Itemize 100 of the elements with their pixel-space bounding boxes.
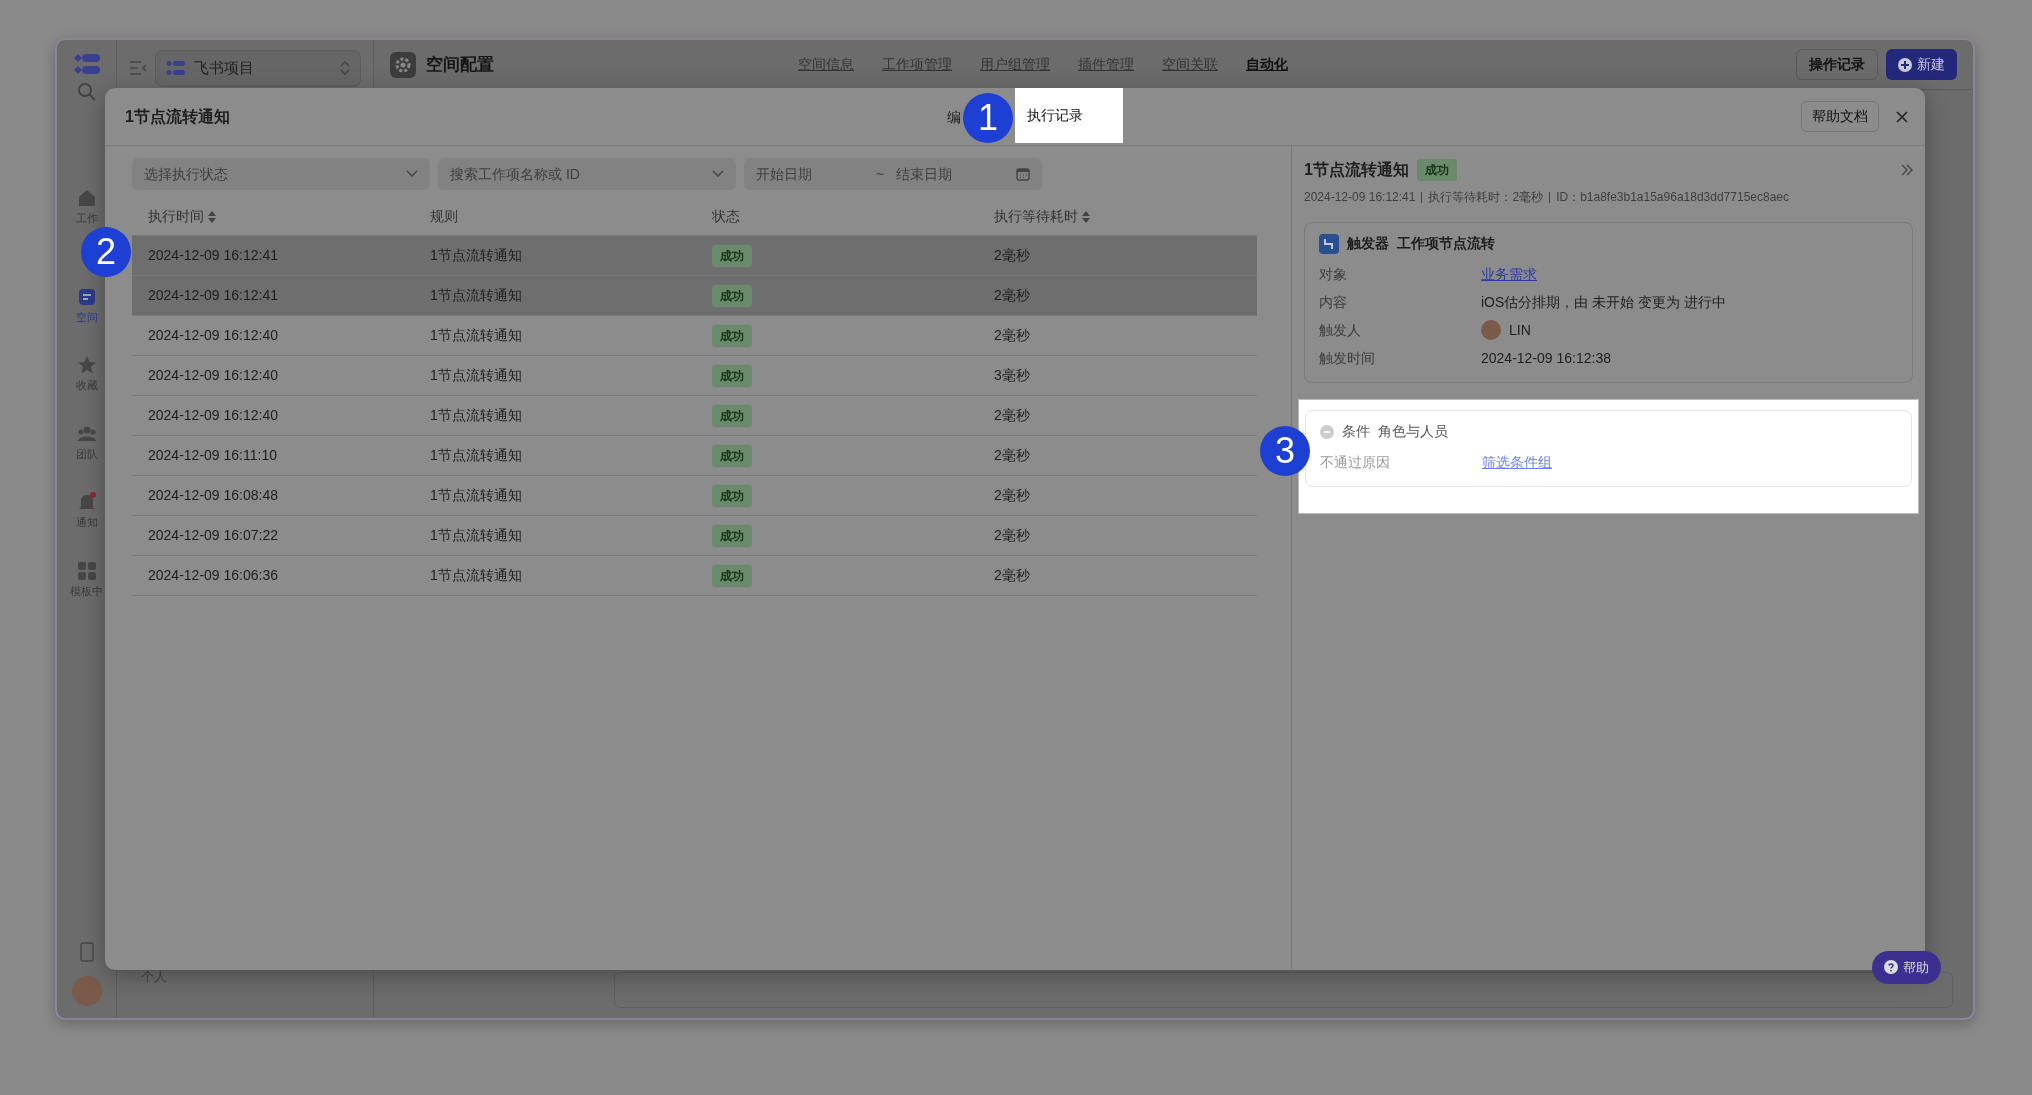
table-cell-text: 1节点流转通知	[430, 446, 523, 465]
meta-text: 执行等待耗时：2毫秒	[1428, 189, 1544, 206]
table-row[interactable]: 2024-12-09 16:12:41 1节点流转通知 成功 2毫秒	[132, 236, 1257, 276]
tab[interactable]: 执行记录	[1015, 88, 1123, 143]
link[interactable]: 筛选条件组	[1482, 451, 1897, 473]
table-cell-text: 2024-12-09 16:07:22	[148, 526, 279, 545]
table-cell-text: 1节点流转通知	[430, 326, 523, 345]
table-cell-text: 2毫秒	[994, 526, 1031, 545]
status-badge: 成功	[1416, 159, 1457, 181]
avatar	[1481, 320, 1501, 340]
collapse-sidebar-icon[interactable]	[129, 60, 147, 77]
status-badge: 成功	[712, 324, 752, 347]
table-row[interactable]: 2024-12-09 16:11:10 1节点流转通知 成功 2毫秒	[132, 436, 1257, 476]
nav-tab[interactable]: 空间信息	[798, 54, 854, 75]
table-row[interactable]: 2024-12-09 16:12:41 1节点流转通知 成功 2毫秒	[132, 276, 1257, 316]
table-cell-text: 2毫秒	[994, 566, 1031, 585]
sort-icon[interactable]	[1082, 210, 1090, 223]
nav-tab[interactable]: 用户组管理	[980, 54, 1050, 75]
table-row[interactable]: 2024-12-09 16:08:48 1节点流转通知 成功 2毫秒	[132, 476, 1257, 516]
table-cell-text: 2毫秒	[994, 406, 1031, 425]
chevron-down-icon	[712, 170, 724, 178]
status-badge: 成功	[712, 564, 752, 587]
sort-icon[interactable]	[208, 210, 216, 223]
date-range-field[interactable]: 开始日期 ~ 结束日期	[744, 158, 1042, 190]
minus-circle-icon	[1320, 424, 1334, 439]
plus-icon	[1898, 57, 1912, 72]
status-select[interactable]: 选择执行状态	[132, 158, 430, 190]
table-cell-text: 2024-12-09 16:12:40	[148, 326, 279, 345]
nav-tab[interactable]: 插件管理	[1078, 54, 1134, 75]
search-field[interactable]: 搜索工作项名称或 ID	[438, 158, 736, 190]
table-cell-text: 2毫秒	[994, 486, 1031, 505]
table-row[interactable]: 2024-12-09 16:12:40 1节点流转通知 成功 2毫秒	[132, 316, 1257, 356]
project-name: 飞书项目	[194, 58, 255, 78]
help-icon	[1884, 960, 1898, 975]
table-cell-text: 1节点流转通知	[430, 486, 523, 505]
nav-tab[interactable]: 工作项管理	[882, 54, 952, 75]
new-button[interactable]: 新建	[1886, 49, 1957, 80]
chevron-down-icon	[406, 170, 418, 178]
table-cell-text: 2024-12-09 16:11:10	[148, 446, 278, 465]
tab[interactable]: 编	[947, 102, 961, 132]
table-cell-text: 1节点流转通知	[430, 566, 523, 585]
nav-tab[interactable]: 自动化	[1246, 54, 1288, 75]
star-icon[interactable]	[76, 355, 97, 375]
grid-icon[interactable]	[76, 560, 97, 581]
link[interactable]: 业务需求	[1481, 263, 1898, 285]
card-label: 触发器	[1347, 234, 1389, 253]
table-cell-text: 2毫秒	[994, 246, 1031, 265]
field-label: 触发时间	[1319, 348, 1376, 368]
nav-tab[interactable]: 空间关联	[1162, 54, 1218, 75]
table-cell-text: 1节点流转通知	[430, 526, 523, 545]
table-cell-text: 3毫秒	[994, 366, 1031, 385]
table-cell-text: 1节点流转通知	[430, 246, 523, 265]
phone-icon	[79, 942, 94, 962]
logo-icon	[166, 60, 186, 77]
dialog-title: 1节点流转通知	[125, 106, 230, 127]
card-title: 工作项节点流转	[1397, 234, 1495, 253]
status-badge: 成功	[712, 444, 752, 467]
step-number: 1	[963, 93, 1013, 143]
table-cell-text: 2毫秒	[994, 446, 1031, 465]
column-header[interactable]: 执行等待耗时	[994, 206, 1090, 227]
column-header: 规则	[430, 207, 458, 226]
table-cell-text: 2024-12-09 16:12:40	[148, 406, 279, 425]
search-icon	[76, 82, 97, 102]
project-switcher[interactable]: 飞书项目	[155, 50, 361, 87]
home-icon[interactable]	[76, 188, 97, 208]
detail-title: 1节点流转通知	[1304, 160, 1409, 180]
field-label: 对象	[1319, 264, 1348, 284]
help-docs-button[interactable]: 帮助文档	[1801, 101, 1879, 132]
status-badge: 成功	[712, 524, 752, 547]
chevrons-right-icon[interactable]	[1901, 164, 1913, 176]
table-cell-text: 1节点流转通知	[430, 406, 523, 425]
meta-text: ID：b1a8fe3b1a15a96a18d3dd7715ec8aec	[1556, 189, 1789, 206]
status-badge: 成功	[712, 244, 752, 267]
field-value: 2024-12-09 16:12:38	[1481, 348, 1612, 368]
table-row[interactable]: 2024-12-09 16:12:40 1节点流转通知 成功 2毫秒	[132, 396, 1257, 436]
card-label: 条件	[1342, 422, 1370, 441]
field-label: 触发人	[1319, 320, 1362, 340]
trigger-icon	[1319, 233, 1339, 254]
calendar-icon	[1016, 167, 1030, 181]
field-label: 不通过原因	[1320, 452, 1391, 472]
table-cell-text: 2024-12-09 16:06:36	[148, 566, 279, 585]
table-cell-text: 2024-12-09 16:12:40	[148, 366, 279, 385]
table-row[interactable]: 2024-12-09 16:06:36 1节点流转通知 成功 2毫秒	[132, 556, 1257, 596]
history-button[interactable]: 操作记录	[1796, 49, 1878, 80]
table-row[interactable]: 2024-12-09 16:07:22 1节点流转通知 成功 2毫秒	[132, 516, 1257, 556]
status-badge: 成功	[712, 484, 752, 507]
table-cell-text: 2024-12-09 16:12:41	[148, 246, 279, 265]
page-title: 空间配置	[426, 53, 494, 76]
table-cell-text: 2毫秒	[994, 326, 1031, 345]
step-number: 3	[1260, 426, 1310, 476]
settings-icon	[390, 51, 416, 78]
close-icon[interactable]	[1895, 109, 1909, 124]
help-button[interactable]: 帮助	[1872, 950, 1941, 984]
app-icon[interactable]	[76, 286, 97, 307]
table-cell-text: 1节点流转通知	[430, 366, 523, 385]
field-value: iOS估分排期，由 未开始 变更为 进行中	[1481, 292, 1727, 312]
avatar[interactable]	[71, 976, 102, 1006]
table-row[interactable]: 2024-12-09 16:12:40 1节点流转通知 成功 3毫秒	[132, 356, 1257, 396]
column-header[interactable]: 执行时间	[148, 206, 216, 227]
status-badge: 成功	[712, 364, 752, 387]
